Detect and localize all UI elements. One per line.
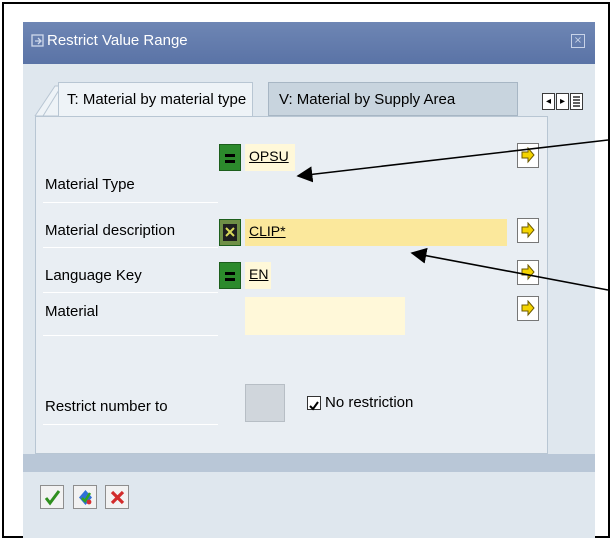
title-bar: Restrict Value Range ×	[23, 22, 595, 64]
window-title: Restrict Value Range	[47, 32, 188, 49]
start-search-icon[interactable]	[73, 485, 97, 509]
status-band	[23, 454, 595, 472]
pattern-operator-button[interactable]	[219, 219, 241, 246]
multiple-selection-arrow-icon[interactable]	[517, 218, 539, 243]
no-restriction-checkbox[interactable]	[307, 396, 321, 411]
close-icon[interactable]: ×	[571, 34, 585, 48]
row-separator	[43, 424, 218, 425]
label-restrict-number: Restrict number to	[45, 398, 168, 415]
multiple-selection-arrow-icon[interactable]	[517, 143, 539, 168]
row-separator	[43, 335, 218, 336]
row-separator	[43, 202, 218, 203]
label-language-key: Language Key	[45, 267, 142, 284]
no-restriction-label: No restriction	[325, 394, 414, 411]
language-key-input[interactable]: EN	[245, 262, 271, 289]
equals-operator-button[interactable]	[219, 262, 241, 289]
material-type-input[interactable]: OPSU	[245, 144, 295, 171]
equals-operator-button[interactable]	[219, 144, 241, 171]
window-icon	[31, 34, 44, 47]
label-material-description: Material description	[45, 222, 176, 239]
tab-material-by-supply-area[interactable]: V: Material by Supply Area	[268, 82, 518, 116]
tab-list-icon[interactable]	[570, 93, 583, 110]
tab-next-icon[interactable]: ▸	[556, 93, 569, 110]
multiple-selection-arrow-icon[interactable]	[517, 260, 539, 285]
row-separator	[43, 247, 218, 248]
checkmark-icon[interactable]	[40, 485, 64, 509]
label-material-type: Material Type	[45, 176, 135, 193]
material-description-input[interactable]: CLIP*	[245, 219, 507, 246]
multiple-selection-arrow-icon[interactable]	[517, 296, 539, 321]
tab-material-by-type[interactable]: T: Material by material type	[58, 82, 253, 116]
material-input[interactable]	[245, 297, 405, 335]
tab-prev-icon[interactable]: ◂	[542, 93, 555, 110]
row-separator	[43, 292, 218, 293]
restrict-number-input[interactable]	[245, 384, 285, 422]
tab-navigation: ◂ ▸	[542, 93, 583, 111]
label-material: Material	[45, 303, 99, 320]
cancel-icon[interactable]	[105, 485, 129, 509]
